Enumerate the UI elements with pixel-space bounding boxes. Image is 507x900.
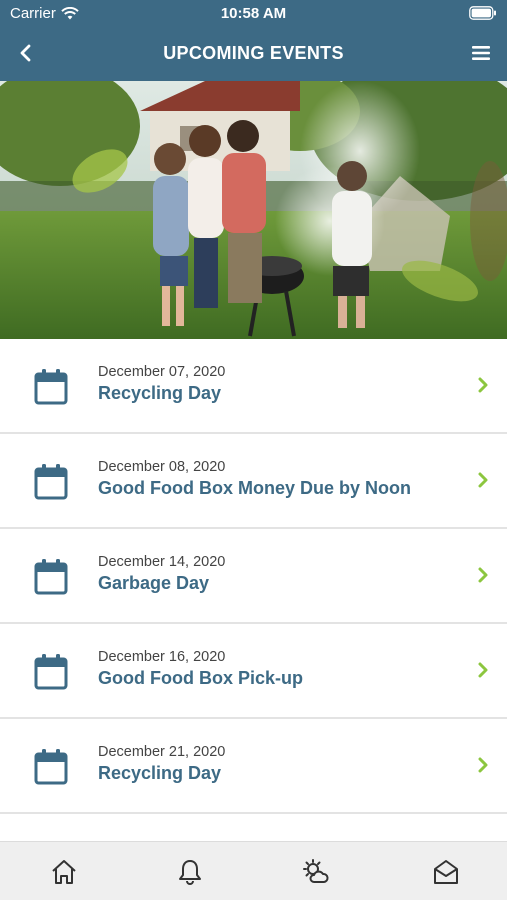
status-bar: Carrier 10:58 AM: [0, 0, 507, 28]
event-row[interactable]: December 07, 2020 Recycling Day: [0, 339, 507, 434]
hero-illustration: [0, 81, 507, 339]
events-list: December 07, 2020 Recycling Day December…: [0, 339, 507, 814]
event-date: December 16, 2020: [98, 649, 226, 665]
hero-image: [0, 81, 507, 339]
battery-icon: [469, 6, 496, 20]
back-icon[interactable]: [14, 41, 38, 65]
event-title: Garbage Day: [98, 573, 210, 593]
chevron-right-icon: [478, 472, 488, 488]
event-row[interactable]: December 21, 2020 Recycling Day: [0, 719, 507, 814]
calendar-icon: [34, 654, 68, 690]
event-title: Good Food Box Money Due by Noon: [98, 478, 411, 498]
bell-icon[interactable]: [176, 858, 204, 886]
event-row[interactable]: December 16, 2020 Good Food Box Pick-up: [0, 624, 507, 719]
bottom-tab-bar: [0, 841, 507, 900]
event-date: December 07, 2020: [98, 364, 226, 380]
event-title: Recycling Day: [98, 383, 222, 403]
event-date: December 21, 2020: [98, 744, 226, 760]
calendar-icon: [34, 559, 68, 595]
weather-icon[interactable]: [302, 858, 330, 886]
chevron-right-icon: [478, 662, 488, 678]
event-date: December 08, 2020: [98, 459, 226, 475]
calendar-icon: [34, 369, 68, 405]
page-title: UPCOMING EVENTS: [163, 43, 344, 63]
home-icon[interactable]: [50, 858, 78, 886]
chevron-right-icon: [478, 757, 488, 773]
calendar-icon: [34, 749, 68, 785]
chevron-right-icon: [478, 377, 488, 393]
hamburger-menu-icon[interactable]: [471, 42, 491, 64]
event-title: Good Food Box Pick-up: [98, 668, 303, 688]
event-row[interactable]: December 14, 2020 Garbage Day: [0, 529, 507, 624]
navigation-bar: UPCOMING EVENTS: [0, 28, 507, 81]
mail-icon[interactable]: [432, 858, 460, 886]
status-time: 10:58 AM: [220, 5, 287, 22]
event-row[interactable]: December 08, 2020 Good Food Box Money Du…: [0, 434, 507, 529]
event-title: Recycling Day: [98, 763, 222, 783]
calendar-icon: [34, 464, 68, 500]
event-date: December 14, 2020: [98, 554, 226, 570]
chevron-right-icon: [478, 567, 488, 583]
